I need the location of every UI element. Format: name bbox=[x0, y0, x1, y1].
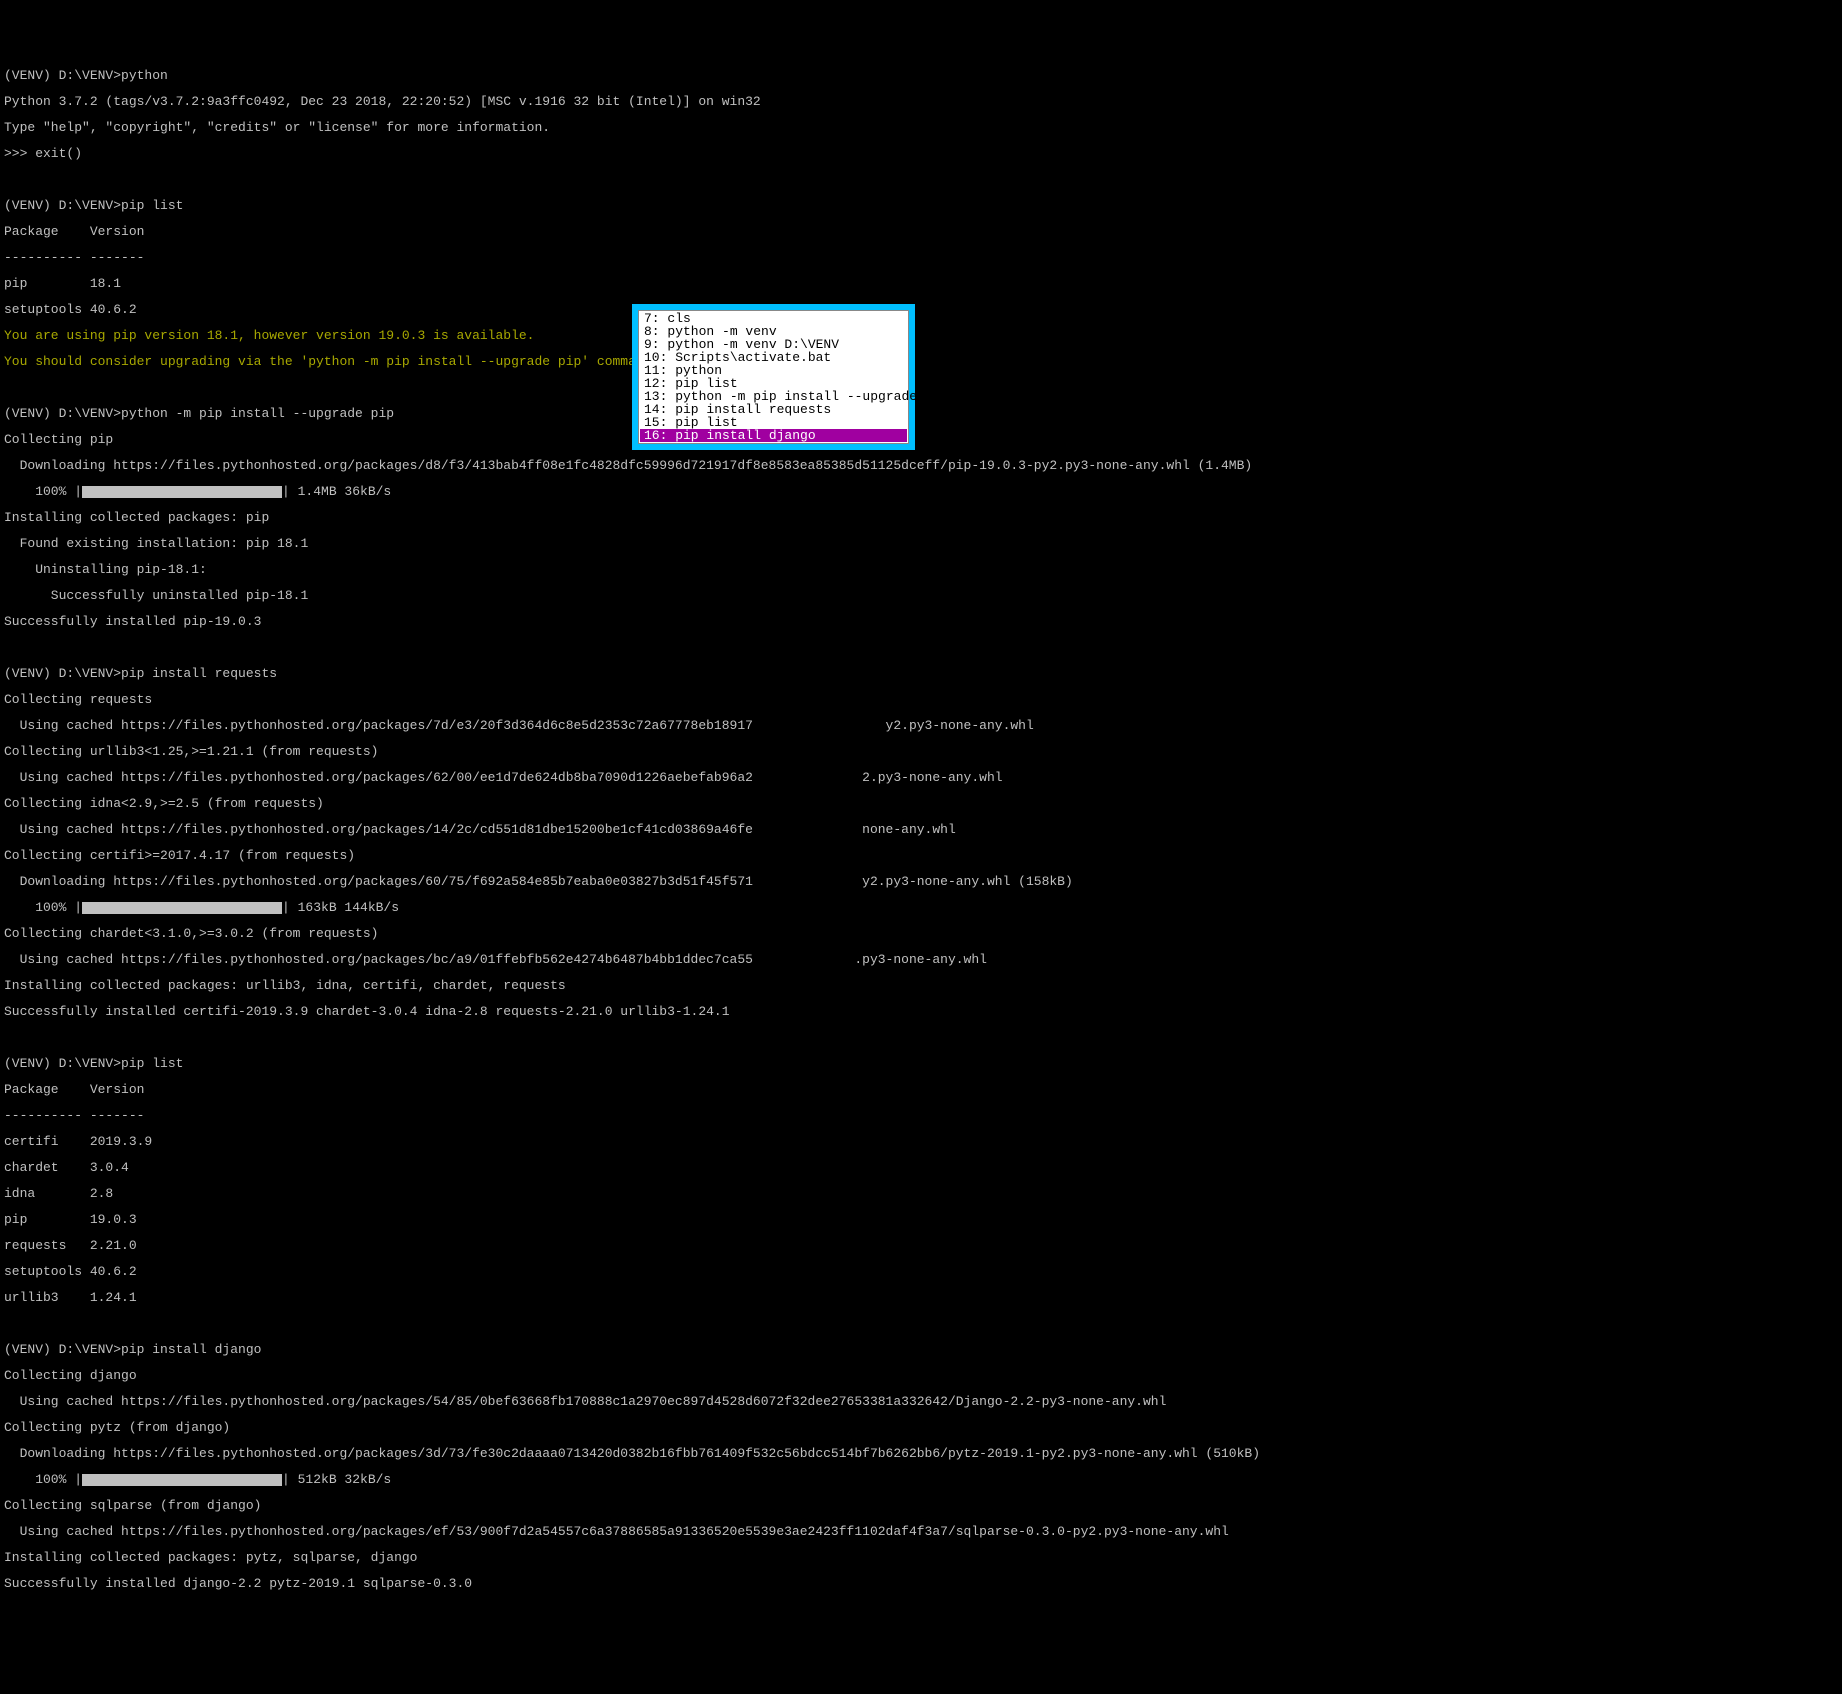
uninstalling: Uninstalling pip-18.1: bbox=[4, 563, 1838, 576]
installing: Installing collected packages: pip bbox=[4, 511, 1838, 524]
collecting: Collecting urllib3<1.25,>=1.21.1 (from r… bbox=[4, 745, 1838, 758]
prompt-line: (VENV) D:\VENV>pip list bbox=[4, 199, 1838, 212]
command-history-popup[interactable]: 7: cls8: python -m venv9: python -m venv… bbox=[632, 304, 915, 450]
piplist-header: Package Version bbox=[4, 1083, 1838, 1096]
success: Successfully installed django-2.2 pytz-2… bbox=[4, 1577, 1838, 1590]
progress-bar-fill bbox=[82, 902, 282, 914]
collecting: Collecting certifi>=2017.4.17 (from requ… bbox=[4, 849, 1838, 862]
piplist-row: pip 18.1 bbox=[4, 277, 1838, 290]
terminal-output: (VENV) D:\VENV>python Python 3.7.2 (tags… bbox=[4, 56, 1838, 1603]
repl-exit: >>> exit() bbox=[4, 147, 1838, 160]
pip-warning: You should consider upgrading via the 'p… bbox=[4, 355, 1838, 368]
piplist-row: setuptools 40.6.2 bbox=[4, 303, 1838, 316]
prompt-line: (VENV) D:\VENV>pip install django bbox=[4, 1343, 1838, 1356]
downloading: Downloading https://files.pythonhosted.o… bbox=[4, 459, 1838, 472]
progress-bar-line: 100% || 163kB 144kB/s bbox=[4, 901, 1838, 914]
piplist-row: setuptools 40.6.2 bbox=[4, 1265, 1838, 1278]
collecting: Collecting requests bbox=[4, 693, 1838, 706]
history-item[interactable]: 16: pip install django bbox=[640, 429, 907, 442]
found-install: Found existing installation: pip 18.1 bbox=[4, 537, 1838, 550]
piplist-row: certifi 2019.3.9 bbox=[4, 1135, 1838, 1148]
prompt-line: (VENV) D:\VENV>python bbox=[4, 69, 1838, 82]
success: Successfully installed certifi-2019.3.9 … bbox=[4, 1005, 1838, 1018]
collecting: Collecting chardet<3.1.0,>=3.0.2 (from r… bbox=[4, 927, 1838, 940]
piplist-row: pip 19.0.3 bbox=[4, 1213, 1838, 1226]
python-version: Python 3.7.2 (tags/v3.7.2:9a3ffc0492, De… bbox=[4, 95, 1838, 108]
piplist-row: urllib3 1.24.1 bbox=[4, 1291, 1838, 1304]
progress-bar-line: 100% || 1.4MB 36kB/s bbox=[4, 485, 1838, 498]
downloading: Downloading https://files.pythonhosted.o… bbox=[4, 875, 1838, 888]
collecting: Collecting django bbox=[4, 1369, 1838, 1382]
piplist-row: idna 2.8 bbox=[4, 1187, 1838, 1200]
progress-bar-line: 100% || 512kB 32kB/s bbox=[4, 1473, 1838, 1486]
success: Successfully installed pip-19.0.3 bbox=[4, 615, 1838, 628]
cached: Using cached https://files.pythonhosted.… bbox=[4, 823, 1838, 836]
cached: Using cached https://files.pythonhosted.… bbox=[4, 1525, 1838, 1538]
progress-bar-fill bbox=[82, 1474, 282, 1486]
cached: Using cached https://files.pythonhosted.… bbox=[4, 719, 1838, 732]
prompt-line: (VENV) D:\VENV>pip install requests bbox=[4, 667, 1838, 680]
cached: Using cached https://files.pythonhosted.… bbox=[4, 771, 1838, 784]
prompt-line: (VENV) D:\VENV>pip list bbox=[4, 1057, 1838, 1070]
pip-warning: You are using pip version 18.1, however … bbox=[4, 329, 1838, 342]
collecting: Collecting pip bbox=[4, 433, 1838, 446]
downloading: Downloading https://files.pythonhosted.o… bbox=[4, 1447, 1838, 1460]
piplist-row: requests 2.21.0 bbox=[4, 1239, 1838, 1252]
uninstalled: Successfully uninstalled pip-18.1 bbox=[4, 589, 1838, 602]
piplist-divider: ---------- ------- bbox=[4, 251, 1838, 264]
cached: Using cached https://files.pythonhosted.… bbox=[4, 953, 1838, 966]
prompt-line: (VENV) D:\VENV>python -m pip install --u… bbox=[4, 407, 1838, 420]
piplist-header: Package Version bbox=[4, 225, 1838, 238]
installing: Installing collected packages: urllib3, … bbox=[4, 979, 1838, 992]
installing: Installing collected packages: pytz, sql… bbox=[4, 1551, 1838, 1564]
python-help: Type "help", "copyright", "credits" or "… bbox=[4, 121, 1838, 134]
piplist-divider: ---------- ------- bbox=[4, 1109, 1838, 1122]
collecting: Collecting idna<2.9,>=2.5 (from requests… bbox=[4, 797, 1838, 810]
collecting: Collecting pytz (from django) bbox=[4, 1421, 1838, 1434]
cached: Using cached https://files.pythonhosted.… bbox=[4, 1395, 1838, 1408]
collecting: Collecting sqlparse (from django) bbox=[4, 1499, 1838, 1512]
piplist-row: chardet 3.0.4 bbox=[4, 1161, 1838, 1174]
progress-bar-fill bbox=[82, 486, 282, 498]
